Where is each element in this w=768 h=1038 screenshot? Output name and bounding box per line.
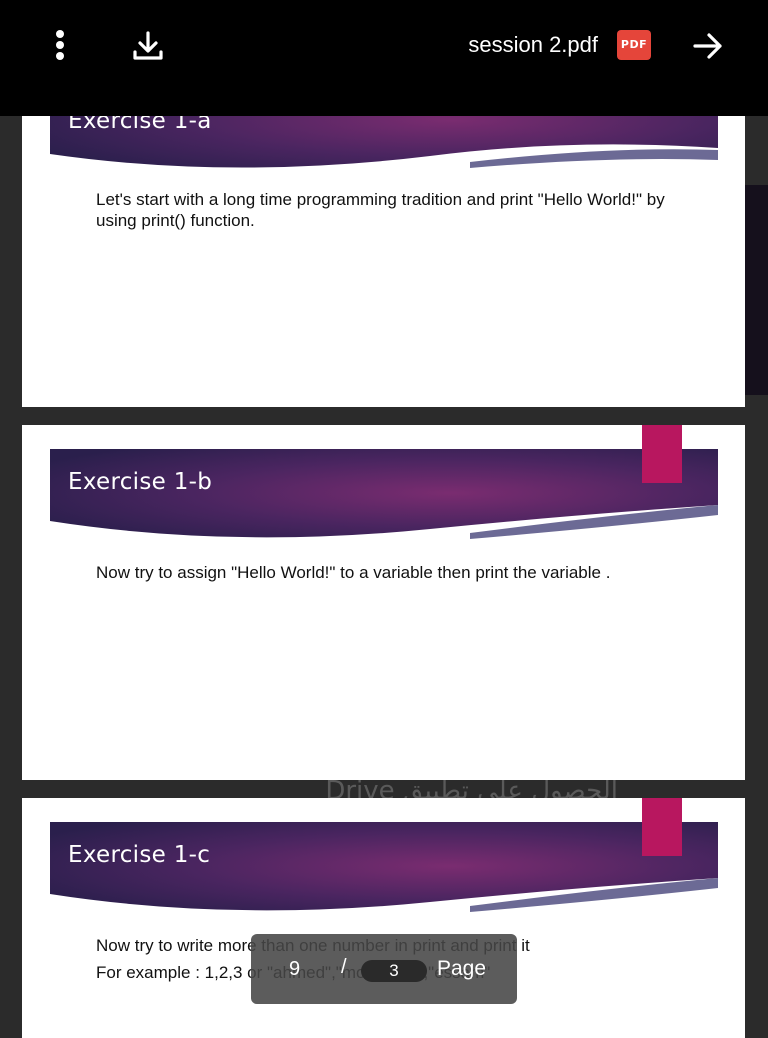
slide-body: Let's start with a long time programming… — [96, 189, 705, 237]
pdf-page[interactable]: Exercise 1-a Let's start with a long tim… — [22, 116, 745, 407]
document-title: session 2.pdf — [468, 32, 598, 57]
slide-body: Now try to assign "Hello World!" to a va… — [96, 562, 705, 589]
current-page-number: 9 — [289, 958, 301, 980]
background-panel — [745, 400, 768, 460]
page-label: Page — [437, 957, 487, 980]
page-indicator[interactable]: 9 / 3 Page — [251, 934, 517, 1004]
slide-title: Exercise 1-c — [68, 842, 211, 868]
more-vert-icon[interactable] — [50, 30, 70, 60]
download-icon[interactable] — [130, 28, 166, 64]
slide-title-banner — [50, 822, 718, 918]
accent-tab — [642, 425, 682, 483]
arrow-right-icon[interactable] — [690, 28, 726, 64]
slide-title: Exercise 1-b — [68, 469, 213, 495]
accent-tab — [642, 798, 682, 856]
slide-title-banner — [50, 449, 718, 545]
total-pages-number: 3 — [389, 961, 399, 980]
slide-text: Now try to assign "Hello World!" to a va… — [96, 563, 611, 582]
background-panel — [745, 185, 768, 395]
pdf-page[interactable]: Exercise 1-b Now try to assign "Hello Wo… — [22, 425, 745, 780]
pdf-file-icon: PDF — [617, 30, 651, 60]
top-app-bar: session 2.pdf PDF — [0, 0, 768, 116]
page-separator: / — [341, 956, 347, 978]
total-pages-pill: 3 — [361, 960, 427, 982]
slide-title: Exercise 1-a — [68, 116, 212, 134]
slide-text: Let's start with a long time programming… — [96, 190, 665, 230]
